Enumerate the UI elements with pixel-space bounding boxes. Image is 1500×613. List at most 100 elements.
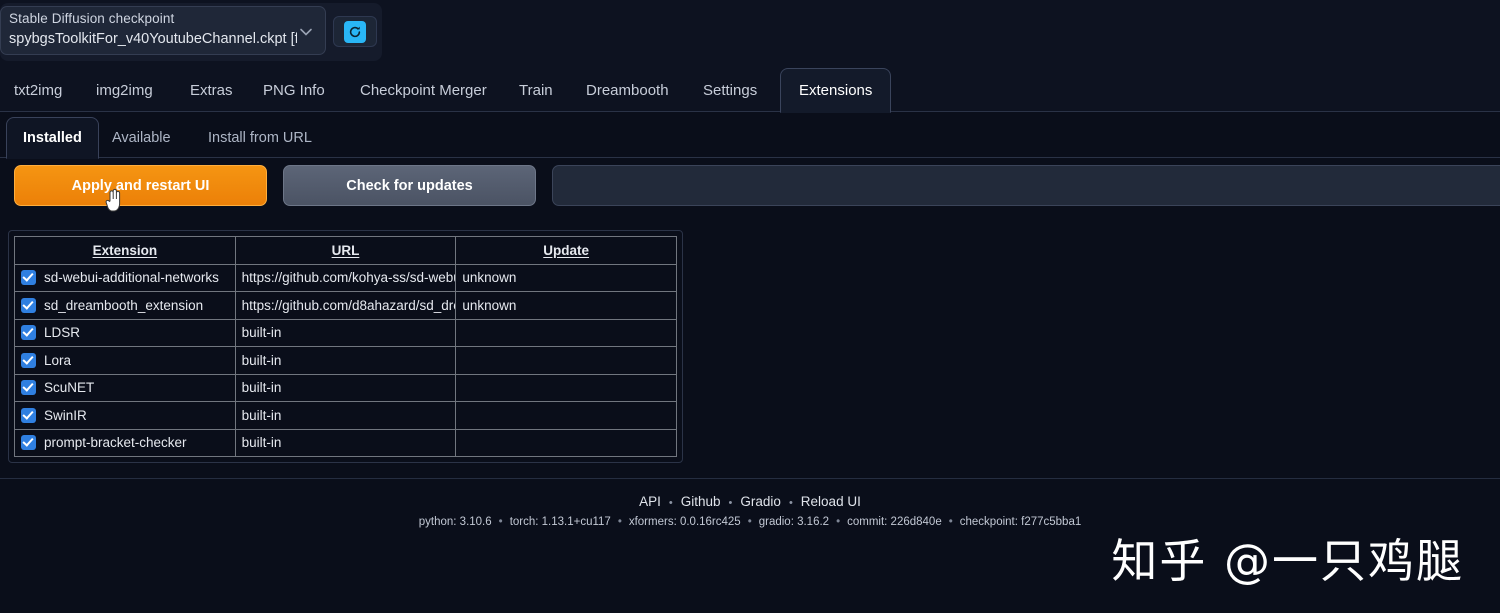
checkpoint-label: Stable Diffusion checkpoint xyxy=(9,11,175,26)
checkpoint-selector-group: Stable Diffusion checkpoint spybgsToolki… xyxy=(0,3,382,61)
subtab-label: Install from URL xyxy=(208,129,312,146)
check-updates-button-label: Check for updates xyxy=(346,177,473,194)
extension-name-cell: Lora xyxy=(14,346,236,375)
refresh-icon xyxy=(344,20,366,43)
extension-enabled-checkbox[interactable] xyxy=(21,325,36,341)
tab-extensions[interactable]: Extensions xyxy=(780,68,892,113)
footer-link-github[interactable]: Github xyxy=(681,494,721,509)
tab-extras[interactable]: Extras xyxy=(190,68,233,112)
extension-enabled-checkbox[interactable] xyxy=(21,297,36,313)
footer-separator: • xyxy=(668,497,673,509)
column-header-extension[interactable]: Extension xyxy=(14,236,236,265)
footer-link-api[interactable]: API xyxy=(639,494,661,509)
footer-link-gradio[interactable]: Gradio xyxy=(740,494,781,509)
refresh-checkpoints-button[interactable] xyxy=(333,16,377,47)
extension-name: sd-webui-additional-networks xyxy=(44,270,219,286)
tab-label: PNG Info xyxy=(263,81,325,99)
extension-name: Lora xyxy=(44,352,72,368)
tab-settings[interactable]: Settings xyxy=(703,68,757,112)
extension-enabled-checkbox[interactable] xyxy=(21,380,36,396)
extension-update-cell xyxy=(455,428,677,457)
stable-diffusion-webui-window: Stable Diffusion checkpoint spybgsToolki… xyxy=(0,0,1500,613)
check-for-updates-button[interactable]: Check for updates xyxy=(283,165,536,206)
extension-update-cell: unknown xyxy=(455,291,677,320)
extension-name: LDSR xyxy=(44,325,81,341)
action-button-row: Apply and restart UI Check for updates xyxy=(0,158,1500,220)
extensions-sub-tab-bar: Installed Available Install from URL xyxy=(0,113,1500,159)
footer-separator: • xyxy=(788,497,793,509)
extension-name: ScuNET xyxy=(44,380,95,396)
extension-url-cell: built-in xyxy=(234,373,457,402)
checkpoint-value: spybgsToolkitFor_v40YoutubeChannel.ckpt … xyxy=(9,31,297,47)
tab-dreambooth[interactable]: Dreambooth xyxy=(586,68,669,112)
extension-url-cell: https://github.com/d8ahazard/sd_dreamboo… xyxy=(234,291,457,320)
column-header-url[interactable]: URL xyxy=(234,236,457,265)
extension-update-cell xyxy=(455,373,677,402)
tab-label: txt2img xyxy=(14,81,63,99)
column-header-label: URL xyxy=(331,242,360,258)
version-xformers: xformers: 0.0.16rc425 xyxy=(628,516,741,528)
extension-enabled-checkbox[interactable] xyxy=(21,407,36,423)
table-row[interactable]: Lora built-in xyxy=(14,346,677,375)
footer-separator: • xyxy=(747,516,752,528)
extension-enabled-checkbox[interactable] xyxy=(21,270,36,286)
footer-separator: • xyxy=(948,516,953,528)
extension-url-cell: https://github.com/kohya-ss/sd-webui-add… xyxy=(234,263,457,292)
tab-txt2img[interactable]: txt2img xyxy=(14,68,62,112)
checkpoint-dropdown[interactable]: Stable Diffusion checkpoint spybgsToolki… xyxy=(0,6,326,55)
table-head: Extension URL Update xyxy=(14,236,677,265)
footer-divider xyxy=(0,478,1500,479)
table-row[interactable]: sd_dreambooth_extension https://github.c… xyxy=(14,291,677,320)
extension-name-cell: sd_dreambooth_extension xyxy=(14,291,236,320)
extension-update-cell xyxy=(455,401,677,430)
tab-label: Checkpoint Merger xyxy=(360,81,487,99)
tab-checkpoint-merger[interactable]: Checkpoint Merger xyxy=(360,68,487,112)
extension-name-cell: sd-webui-additional-networks xyxy=(14,263,236,292)
tab-label: Train xyxy=(519,81,553,99)
table-row[interactable]: ScuNET built-in xyxy=(14,373,677,402)
footer-link-reload-ui[interactable]: Reload UI xyxy=(801,494,861,509)
main-tab-bar: txt2img img2img Extras PNG Info Checkpoi… xyxy=(0,68,1500,113)
footer-separator: • xyxy=(836,516,841,528)
table-row[interactable]: SwinIR built-in xyxy=(14,401,677,430)
subtab-install-from-url[interactable]: Install from URL xyxy=(192,117,328,158)
tab-label: Settings xyxy=(703,81,758,99)
extension-name: sd_dreambooth_extension xyxy=(44,297,204,313)
column-header-label: Update xyxy=(543,242,590,258)
subtab-available[interactable]: Available xyxy=(96,117,187,158)
footer-separator: • xyxy=(498,516,503,528)
subtab-label: Installed xyxy=(23,130,82,146)
installed-extensions-panel: Extension URL Update sd-webui-additional… xyxy=(8,230,683,463)
footer-separator: • xyxy=(728,497,733,509)
extension-url-cell: built-in xyxy=(234,401,457,430)
extension-url-cell: built-in xyxy=(234,428,457,457)
extension-name: prompt-bracket-checker xyxy=(44,435,187,451)
subtab-installed[interactable]: Installed xyxy=(6,117,99,159)
table-row[interactable]: LDSR built-in xyxy=(14,318,677,347)
footer-separator: • xyxy=(617,516,622,528)
extensions-table: Extension URL Update sd-webui-additional… xyxy=(14,236,677,457)
version-torch: torch: 1.13.1+cu117 xyxy=(509,516,611,528)
extension-status-field[interactable] xyxy=(552,165,1500,206)
version-commit: commit: 226d840e xyxy=(847,516,942,528)
table-body: sd-webui-additional-networks https://git… xyxy=(14,263,677,457)
tab-png-info[interactable]: PNG Info xyxy=(263,68,325,112)
extension-update-cell: unknown xyxy=(455,263,677,292)
extension-name-cell: SwinIR xyxy=(14,401,236,430)
tab-train[interactable]: Train xyxy=(519,68,553,112)
extension-name-cell: ScuNET xyxy=(14,373,236,402)
extension-name-cell: LDSR xyxy=(14,318,236,347)
table-row[interactable]: prompt-bracket-checker built-in xyxy=(14,428,677,457)
extension-url-cell: built-in xyxy=(234,318,457,347)
table-row[interactable]: sd-webui-additional-networks https://git… xyxy=(14,263,677,292)
column-header-label: Extension xyxy=(92,242,158,258)
chevron-down-icon[interactable] xyxy=(299,25,313,39)
tab-img2img[interactable]: img2img xyxy=(96,68,153,112)
footer-links: API • Github • Gradio • Reload UI xyxy=(0,494,1500,509)
apply-and-restart-ui-button[interactable]: Apply and restart UI xyxy=(14,165,267,206)
column-header-update[interactable]: Update xyxy=(455,236,677,265)
extension-enabled-checkbox[interactable] xyxy=(21,435,36,451)
apply-button-label: Apply and restart UI xyxy=(71,177,210,194)
extension-enabled-checkbox[interactable] xyxy=(21,352,36,368)
version-checkpoint: checkpoint: f277c5bba1 xyxy=(959,516,1082,528)
